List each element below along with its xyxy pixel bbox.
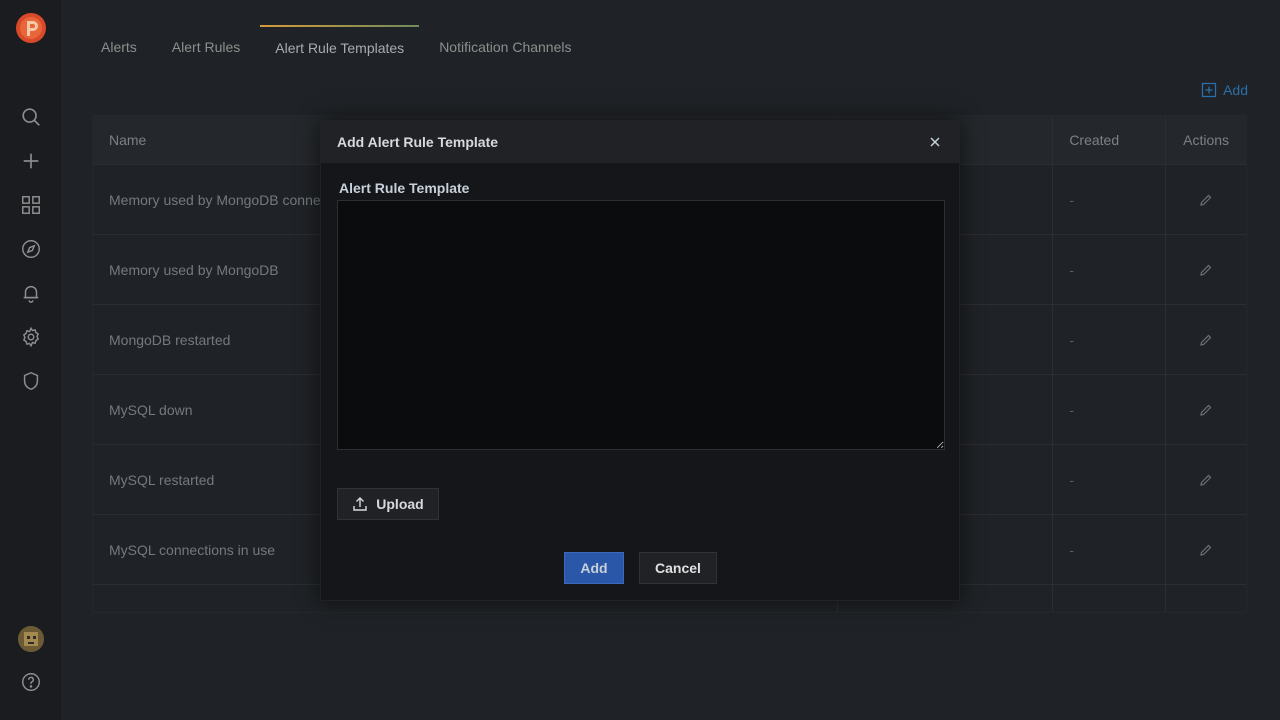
bell-icon[interactable] xyxy=(19,281,43,305)
add-box-icon xyxy=(1201,82,1217,98)
row-created xyxy=(1052,585,1165,612)
column-header-actions: Actions xyxy=(1165,116,1246,164)
shield-icon[interactable] xyxy=(19,369,43,393)
row-created: - xyxy=(1052,445,1165,515)
pencil-icon xyxy=(1200,194,1212,206)
row-created: - xyxy=(1052,235,1165,305)
edit-button[interactable] xyxy=(1165,235,1246,305)
explore-compass-icon[interactable] xyxy=(19,237,43,261)
row-created: - xyxy=(1052,515,1165,585)
tab-alert-rules[interactable]: Alert Rules xyxy=(156,24,256,69)
cancel-button[interactable]: Cancel xyxy=(639,552,717,584)
modal-title: Add Alert Rule Template xyxy=(337,134,499,150)
row-created: - xyxy=(1052,375,1165,445)
edit-button[interactable] xyxy=(1165,375,1246,445)
column-header-created: Created xyxy=(1052,116,1165,164)
gear-icon[interactable] xyxy=(19,325,43,349)
upload-icon xyxy=(353,497,367,511)
pencil-icon xyxy=(1200,264,1212,276)
edit-button[interactable] xyxy=(1165,165,1246,235)
help-icon[interactable] xyxy=(19,670,43,694)
pencil-icon xyxy=(1200,544,1212,556)
add-template-modal: Add Alert Rule Template Alert Rule Templ… xyxy=(320,120,960,601)
add-label: Add xyxy=(1223,82,1248,98)
add-button[interactable]: Add xyxy=(564,552,624,584)
sidebar xyxy=(0,0,61,720)
edit-button[interactable] xyxy=(1165,585,1246,612)
tab-bar: Alerts Alert Rules Alert Rule Templates … xyxy=(85,24,590,69)
pencil-icon xyxy=(1200,404,1212,416)
plus-icon[interactable] xyxy=(19,149,43,173)
modal-header: Add Alert Rule Template xyxy=(321,121,959,163)
edit-button[interactable] xyxy=(1165,305,1246,375)
avatar[interactable] xyxy=(18,626,44,652)
search-icon[interactable] xyxy=(19,105,43,129)
pencil-icon xyxy=(1200,474,1212,486)
upload-label: Upload xyxy=(376,496,424,512)
percona-logo-icon[interactable] xyxy=(16,13,46,43)
row-created: - xyxy=(1052,165,1165,235)
tab-notification-channels[interactable]: Notification Channels xyxy=(423,24,587,69)
row-created: - xyxy=(1052,305,1165,375)
tab-alert-rule-templates[interactable]: Alert Rule Templates xyxy=(259,24,421,69)
tab-alerts[interactable]: Alerts xyxy=(85,24,153,69)
pencil-icon xyxy=(1200,334,1212,346)
add-template-button[interactable]: Add xyxy=(1201,80,1248,100)
upload-button[interactable]: Upload xyxy=(337,488,439,520)
close-icon[interactable] xyxy=(927,134,943,150)
edit-button[interactable] xyxy=(1165,445,1246,515)
template-field-label: Alert Rule Template xyxy=(339,180,470,196)
template-textarea[interactable] xyxy=(337,200,945,450)
dashboards-grid-icon[interactable] xyxy=(19,193,43,217)
edit-button[interactable] xyxy=(1165,515,1246,585)
